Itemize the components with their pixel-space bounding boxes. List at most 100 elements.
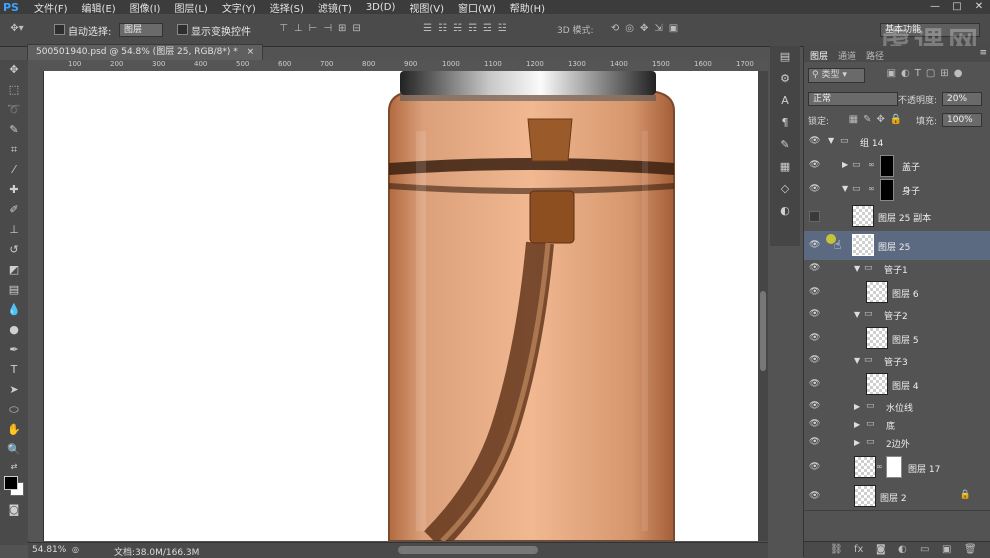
visibility-eye-icon[interactable]: 👁: [809, 160, 820, 170]
layer-row-water-line[interactable]: 👁 ▶ ▭ 水位线: [804, 398, 990, 417]
status-menu-icon[interactable]: ◎: [72, 545, 79, 554]
lasso-tool-icon[interactable]: ➰: [0, 100, 28, 120]
document-canvas[interactable]: [44, 71, 758, 541]
layer-mask-thumbnail[interactable]: [880, 179, 894, 201]
chain-link-icon[interactable]: ∞: [868, 160, 875, 169]
marquee-tool-icon[interactable]: ⬚: [0, 80, 28, 100]
path-select-tool-icon[interactable]: ➤: [0, 380, 28, 400]
visibility-eye-icon[interactable]: 👁: [809, 401, 820, 411]
hand-tool-icon[interactable]: ✋: [0, 420, 28, 440]
tool-presets-icon[interactable]: ✎: [770, 134, 800, 156]
menu-image[interactable]: 图像(I): [123, 0, 168, 15]
layer-row-layer-25-copy[interactable]: 图层 25 副本: [804, 202, 990, 232]
fill-field[interactable]: 100%: [942, 113, 982, 127]
layer-row-layer-25[interactable]: 👁 ☝ 图层 25: [804, 231, 990, 261]
color-swatches[interactable]: [0, 474, 28, 500]
zoom-level[interactable]: 54.81%: [32, 545, 66, 555]
brush-panel-icon[interactable]: ▦: [770, 156, 800, 178]
expand-arrow-icon[interactable]: ▼: [842, 184, 848, 193]
shape-tool-icon[interactable]: ⬭: [0, 400, 28, 420]
trash-icon[interactable]: 🗑: [964, 544, 977, 555]
stamp-tool-icon[interactable]: ⊥: [0, 220, 28, 240]
menu-type[interactable]: 文字(Y): [215, 0, 263, 15]
menu-help[interactable]: 帮助(H): [503, 0, 552, 15]
auto-select-checkbox[interactable]: [54, 24, 65, 35]
menu-3d[interactable]: 3D(D): [359, 2, 403, 13]
menu-filter[interactable]: 滤镜(T): [311, 0, 359, 15]
visibility-eye-icon[interactable]: 👁: [809, 437, 820, 447]
chain-link-icon[interactable]: ∞: [868, 184, 875, 193]
quick-mask-icon[interactable]: ◙: [0, 500, 28, 520]
chain-link-icon[interactable]: ∞: [876, 462, 883, 471]
menu-select[interactable]: 选择(S): [263, 0, 311, 15]
blend-mode-dropdown[interactable]: 正常: [808, 92, 898, 106]
expand-arrow-icon[interactable]: ▼: [854, 264, 860, 273]
document-tab[interactable]: 500501940.psd @ 54.8% (图层 25, RGB/8*) * …: [27, 44, 264, 60]
visibility-eye-icon[interactable]: 👁: [809, 333, 820, 343]
layer-filter-dropdown[interactable]: ⚲ 类型 ▾: [808, 68, 865, 83]
lock-icons[interactable]: ▦✎✥🔒: [838, 114, 918, 125]
move-tool-icon[interactable]: ✥▾: [6, 23, 28, 34]
menu-file[interactable]: 文件(F): [27, 0, 75, 15]
adjustments-panel-icon[interactable]: ◐: [770, 200, 800, 222]
tab-layers[interactable]: 图层: [810, 49, 828, 62]
expand-arrow-icon[interactable]: ▶: [854, 402, 860, 411]
menu-layer[interactable]: 图层(L): [167, 0, 214, 15]
pen-tool-icon[interactable]: ✒: [0, 340, 28, 360]
3d-tool-icons[interactable]: ⟲◎✥⇲▣: [600, 23, 695, 34]
mask-icon[interactable]: ◙: [876, 544, 886, 555]
expand-arrow-icon[interactable]: ▼: [828, 136, 834, 145]
menu-view[interactable]: 视图(V): [402, 0, 451, 15]
layer-row-tube-2[interactable]: 👁 ▼ ▭ 管子2: [804, 306, 990, 325]
quick-select-tool-icon[interactable]: ✎: [0, 120, 28, 140]
maximize-button[interactable]: □: [946, 0, 968, 14]
close-window-button[interactable]: ✕: [968, 0, 990, 14]
layer-mask-thumbnail[interactable]: [886, 456, 902, 478]
vertical-scroll-thumb[interactable]: [760, 291, 766, 371]
folder-icon[interactable]: ▭: [920, 544, 929, 555]
expand-arrow-icon[interactable]: ▼: [854, 356, 860, 365]
dodge-tool-icon[interactable]: ●: [0, 320, 28, 340]
eyedropper-tool-icon[interactable]: ⁄: [0, 160, 28, 180]
layer-row-tube-3[interactable]: 👁 ▼ ▭ 管子3: [804, 352, 990, 371]
show-transform-checkbox[interactable]: [177, 24, 188, 35]
visibility-eye-icon[interactable]: 👁: [809, 462, 820, 472]
visibility-eye-icon[interactable]: 👁: [809, 491, 820, 501]
vertical-scrollbar[interactable]: [758, 71, 768, 541]
tab-paths[interactable]: 路径: [866, 49, 884, 62]
layer-row-bottom[interactable]: 👁 ▶ ▭ 底: [804, 416, 990, 435]
layer-row-layer-2[interactable]: 👁 图层 2 🔒: [804, 482, 990, 511]
visibility-eye-icon[interactable]: 👁: [809, 287, 820, 297]
visibility-eye-icon[interactable]: 👁: [809, 184, 820, 194]
filter-icons[interactable]: ▣◐T▢⊞●: [872, 68, 982, 79]
new-layer-icon[interactable]: ▣: [942, 544, 951, 555]
visibility-eye-icon[interactable]: 👁: [809, 379, 820, 389]
minimize-button[interactable]: —: [924, 0, 946, 14]
visibility-eye-icon[interactable]: 👁: [809, 263, 820, 273]
layer-row-body[interactable]: 👁 ▼ ▭ ∞ 身子: [804, 178, 990, 203]
properties-panel-icon[interactable]: ⚙: [770, 68, 800, 90]
visibility-eye-icon[interactable]: 👁: [809, 240, 820, 250]
fx-icon[interactable]: fx: [854, 544, 863, 555]
swap-colors-icon[interactable]: ⇄: [0, 460, 28, 474]
eraser-tool-icon[interactable]: ◩: [0, 260, 28, 280]
layer-row-layer-17[interactable]: 👁 ∞ 图层 17: [804, 452, 990, 483]
layer-row-layer-6[interactable]: 👁 图层 6: [804, 278, 990, 307]
expand-arrow-icon[interactable]: ▶: [842, 160, 848, 169]
history-brush-icon[interactable]: ↺: [0, 240, 28, 260]
history-panel-icon[interactable]: ▤: [770, 46, 800, 68]
tab-channels[interactable]: 通道: [838, 49, 856, 62]
blur-tool-icon[interactable]: 💧: [0, 300, 28, 320]
zoom-tool-icon[interactable]: 🔍: [0, 440, 28, 460]
distribute-icons[interactable]: ☰☷☵☶☲☳: [398, 23, 538, 34]
brush-tool-icon[interactable]: ✐: [0, 200, 28, 220]
align-icons[interactable]: ⊤⊥⊢⊣⊞⊟: [268, 23, 378, 34]
layer-row-layer-4[interactable]: 👁 图层 4: [804, 370, 990, 399]
visibility-eye-icon[interactable]: 👁: [809, 355, 820, 365]
horizontal-scroll-thumb[interactable]: [398, 546, 538, 554]
visibility-off-box[interactable]: [809, 211, 820, 222]
layer-mask-thumbnail[interactable]: [880, 155, 894, 177]
character-panel-icon[interactable]: A: [770, 90, 800, 112]
layer-row-group-14[interactable]: 👁 ▼ ▭ 组 14: [804, 130, 990, 155]
opacity-field[interactable]: 20%: [942, 92, 982, 106]
